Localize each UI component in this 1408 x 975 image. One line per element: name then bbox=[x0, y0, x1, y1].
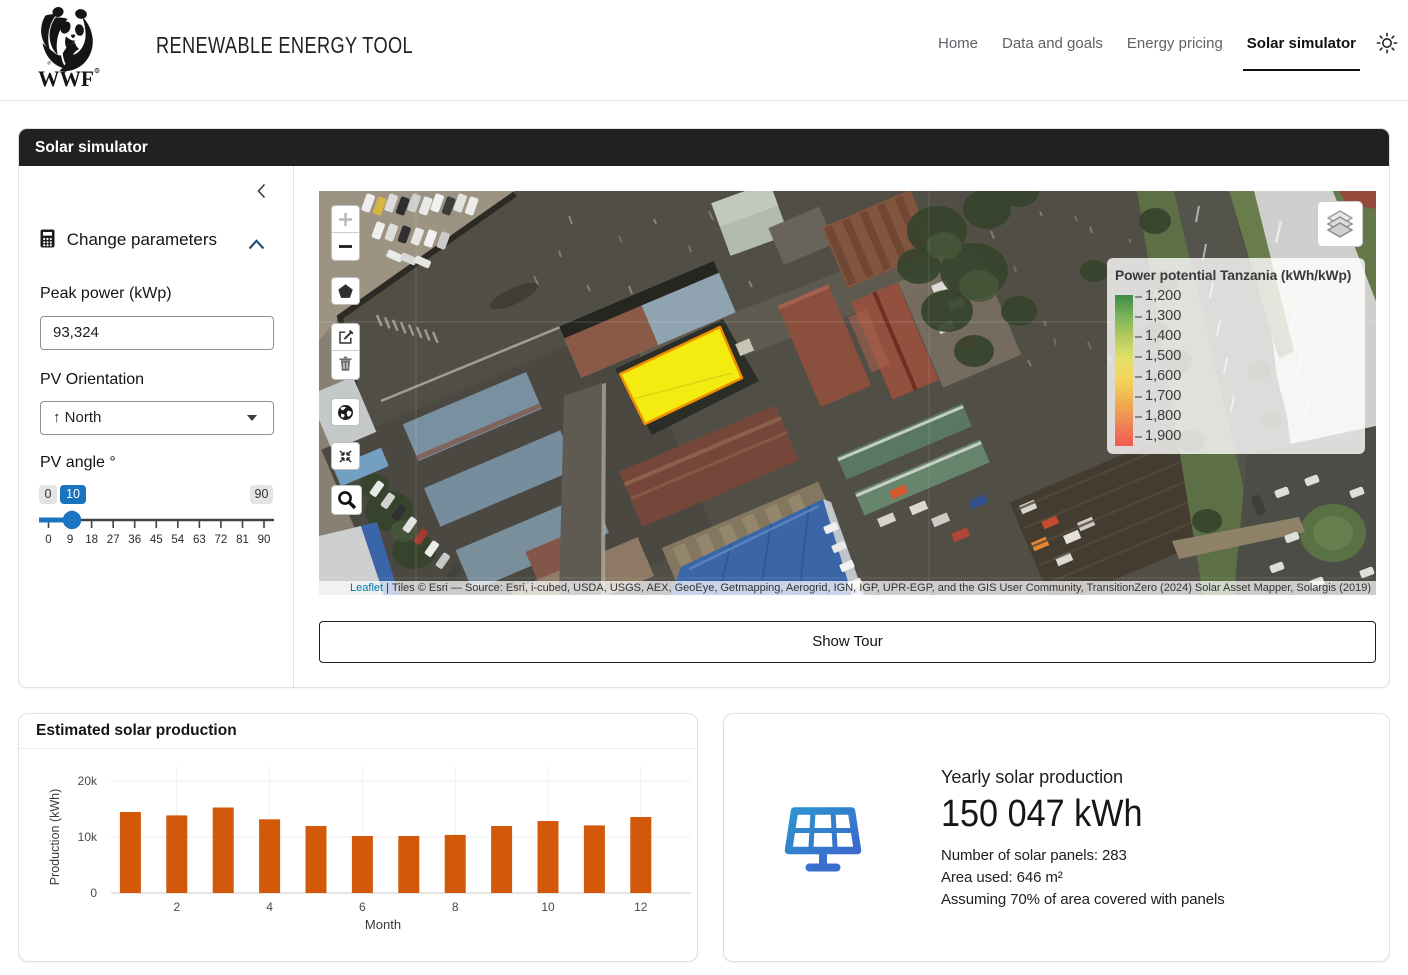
svg-text:9: 9 bbox=[67, 534, 73, 546]
svg-text:72: 72 bbox=[215, 534, 228, 546]
svg-text:12: 12 bbox=[634, 900, 648, 914]
svg-text:4: 4 bbox=[266, 900, 273, 914]
svg-text:27: 27 bbox=[107, 534, 120, 546]
svg-text:Production (kWh): Production (kWh) bbox=[48, 789, 62, 886]
svg-text:6: 6 bbox=[359, 900, 366, 914]
svg-text:63: 63 bbox=[193, 534, 206, 546]
svg-text:8: 8 bbox=[452, 900, 459, 914]
svg-text:Month: Month bbox=[365, 917, 401, 932]
svg-text:18: 18 bbox=[85, 534, 98, 546]
svg-text:WWF: WWF bbox=[38, 66, 94, 90]
svg-text:0: 0 bbox=[45, 534, 51, 546]
svg-text:36: 36 bbox=[128, 534, 141, 546]
svg-text:0: 0 bbox=[90, 886, 97, 900]
svg-text:10: 10 bbox=[541, 900, 555, 914]
svg-text:54: 54 bbox=[171, 534, 184, 546]
svg-text:45: 45 bbox=[150, 534, 163, 546]
svg-text:2: 2 bbox=[173, 900, 180, 914]
svg-text:81: 81 bbox=[236, 534, 249, 546]
svg-text:10k: 10k bbox=[78, 830, 98, 844]
svg-text:90: 90 bbox=[258, 534, 271, 546]
svg-text:20k: 20k bbox=[78, 774, 98, 788]
